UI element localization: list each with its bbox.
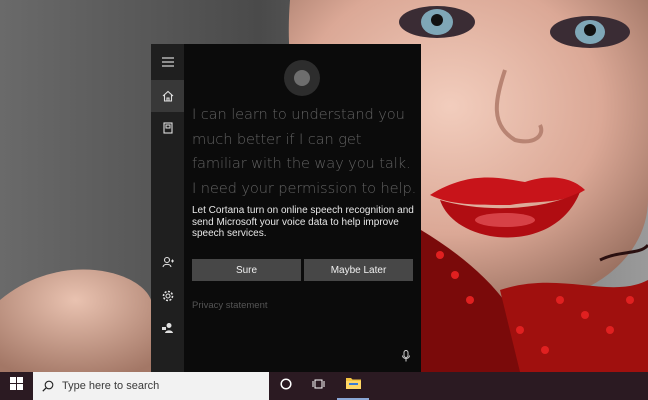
cortana-orb-icon: [284, 60, 320, 96]
folder-icon: [345, 376, 361, 394]
sidebar-item-account[interactable]: [151, 246, 184, 278]
privacy-statement-link[interactable]: Privacy statement: [192, 300, 268, 311]
file-explorer-button[interactable]: [337, 372, 369, 400]
cortana-ring-icon: [280, 377, 292, 395]
home-icon: [162, 90, 174, 102]
cortana-panel: I can learn to understand you much bette…: [151, 44, 421, 372]
taskbar-search-box[interactable]: Type here to search: [33, 372, 269, 400]
sure-button[interactable]: Sure: [192, 259, 301, 281]
taskbar: Type here to search: [0, 372, 648, 400]
hamburger-menu-icon: [161, 57, 174, 67]
microphone-icon: [402, 349, 410, 367]
hamburger-menu-button[interactable]: [151, 46, 184, 78]
gear-icon: [162, 290, 174, 302]
task-view-button[interactable]: [302, 372, 334, 400]
permission-description: Let Cortana turn on online speech recogn…: [192, 205, 414, 239]
feedback-icon: [161, 322, 174, 334]
microphone-button[interactable]: [398, 350, 414, 366]
search-icon: [41, 379, 55, 393]
task-view-icon: [312, 377, 325, 395]
sidebar-item-settings[interactable]: [151, 280, 184, 312]
sidebar-item-feedback[interactable]: [151, 312, 184, 344]
sidebar-item-home[interactable]: [151, 80, 184, 112]
add-account-icon: [161, 256, 174, 268]
cortana-content: I can learn to understand you much bette…: [184, 44, 421, 372]
sidebar-item-notebook[interactable]: [151, 112, 184, 144]
permission-heading: I can learn to understand you much bette…: [192, 106, 417, 197]
notebook-icon: [162, 122, 174, 134]
start-button[interactable]: [0, 372, 33, 400]
cortana-sidebar: [151, 44, 184, 372]
taskbar-cortana-button[interactable]: [270, 372, 302, 400]
search-placeholder: Type here to search: [62, 380, 160, 392]
maybe-later-button[interactable]: Maybe Later: [304, 259, 413, 281]
windows-logo-icon: [10, 377, 23, 395]
